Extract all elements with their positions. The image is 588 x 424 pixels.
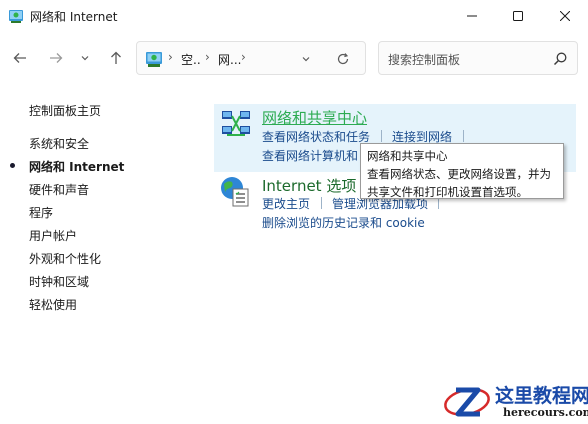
view-network-status-link[interactable]: 查看网络状态和任务 (262, 128, 370, 145)
back-button[interactable] (8, 46, 32, 70)
up-button[interactable] (104, 46, 128, 70)
search-input[interactable]: 搜索控制面板 (388, 51, 460, 68)
sidebar-item-appearance[interactable]: 外观和个性化 (29, 250, 101, 267)
breadcrumb-separator: › (205, 50, 210, 64)
link-separator (321, 197, 322, 209)
sidebar-item-control-panel-home[interactable]: 控制面板主页 (29, 102, 101, 119)
refresh-button[interactable] (334, 50, 352, 68)
watermark-logo-icon (444, 387, 490, 417)
tooltip: 网络和共享中心 查看网络状态、更改网络设置，并为 共享文件和打印机设置首选项。 (360, 143, 564, 199)
maximize-icon (513, 11, 523, 21)
address-bar[interactable]: › 空.. › 网... › (136, 41, 366, 75)
forward-button[interactable] (44, 46, 68, 70)
navigation-bar: › 空.. › 网... › 搜索控制面板 (0, 38, 588, 78)
chevron-down-icon (302, 57, 310, 62)
refresh-icon (337, 53, 349, 65)
breadcrumb-separator: › (168, 50, 173, 64)
view-network-computers-link[interactable]: 查看网络计算机和 (262, 147, 358, 164)
network-sharing-center-icon[interactable] (219, 107, 253, 141)
delete-browsing-history-link[interactable]: 删除浏览的历史记录和 cookie (262, 214, 425, 231)
tooltip-title: 网络和共享中心 (367, 149, 448, 163)
sidebar-item-programs[interactable]: 程序 (29, 204, 53, 221)
close-icon (560, 11, 570, 21)
tooltip-line: 查看网络状态、更改网络设置，并为 (367, 167, 551, 181)
link-separator (463, 130, 464, 142)
minimize-button[interactable] (449, 0, 495, 32)
chevron-down-icon (81, 56, 89, 61)
address-dropdown-button[interactable] (297, 50, 315, 68)
tooltip-line: 共享文件和打印机设置首选项。 (367, 185, 528, 199)
sidebar-item-clock-region[interactable]: 时钟和区域 (29, 273, 89, 290)
breadcrumb-item[interactable]: 网... (218, 51, 241, 68)
arrow-left-icon (13, 53, 26, 63)
title-bar: 网络和 Internet (0, 0, 588, 32)
arrow-right-icon (50, 53, 63, 63)
sidebar-item-ease-of-access[interactable]: 轻松使用 (29, 296, 77, 313)
watermark-title: 这里教程网 (495, 385, 588, 407)
sidebar-item-hardware-sound[interactable]: 硬件和声音 (29, 181, 89, 198)
recent-locations-button[interactable] (75, 46, 95, 70)
sidebar-item-system-security[interactable]: 系统和安全 (29, 135, 89, 152)
change-home-page-link[interactable]: 更改主页 (262, 195, 310, 212)
window-title: 网络和 Internet (30, 10, 118, 24)
maximize-button[interactable] (495, 0, 541, 32)
search-icon[interactable] (552, 51, 568, 67)
close-button[interactable] (542, 0, 588, 32)
search-box[interactable]: 搜索控制面板 (378, 41, 578, 75)
watermark: 这里教程网 herecours.com (440, 378, 588, 424)
network-app-icon (9, 10, 23, 23)
internet-options-title[interactable]: Internet 选项 (262, 175, 356, 196)
breadcrumb-item[interactable]: 空.. (181, 51, 201, 68)
breadcrumb-separator: › (241, 50, 246, 64)
sidebar-item-network-internet[interactable]: 网络和 Internet (29, 158, 124, 175)
arrow-up-icon (111, 51, 121, 64)
active-indicator-dot (10, 163, 15, 168)
network-folder-icon (146, 52, 162, 67)
sidebar-item-user-accounts[interactable]: 用户帐户 (29, 227, 77, 244)
network-sharing-center-title[interactable]: 网络和共享中心 (262, 107, 367, 128)
link-separator (381, 130, 382, 142)
watermark-url: herecours.com (503, 406, 588, 419)
internet-options-icon[interactable] (218, 174, 252, 208)
minimize-icon (467, 15, 477, 17)
